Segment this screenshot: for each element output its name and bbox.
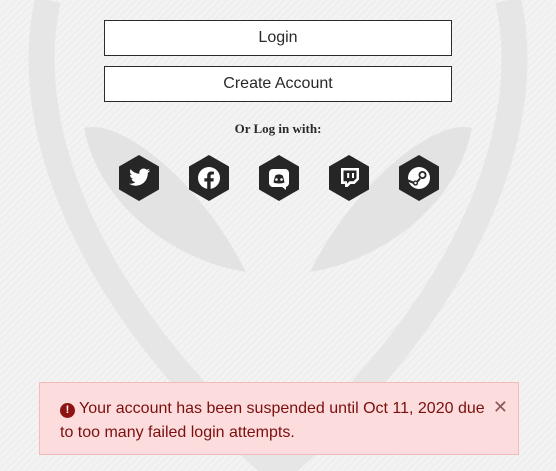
facebook-login-button[interactable]: [187, 154, 231, 202]
twitch-icon: [329, 155, 369, 201]
login-button-label: Login: [258, 29, 298, 46]
account-suspended-alert: ! Your account has been suspended until O…: [39, 382, 519, 455]
create-account-button-label: Create Account: [223, 75, 333, 92]
twitch-login-button[interactable]: [327, 154, 371, 202]
discord-login-button[interactable]: [257, 154, 301, 202]
discord-icon: [259, 155, 299, 201]
exclamation-circle-icon: !: [60, 403, 75, 418]
alert-message: Your account has been suspended until Oc…: [60, 400, 485, 441]
twitter-login-button[interactable]: [117, 154, 161, 202]
login-button[interactable]: Login: [104, 20, 452, 56]
create-account-button[interactable]: Create Account: [104, 66, 452, 102]
steam-login-button[interactable]: [397, 154, 441, 202]
social-login-heading: Or Log in with:: [234, 121, 322, 136]
steam-icon: [399, 155, 439, 201]
facebook-icon: [189, 155, 229, 201]
twitter-icon: [119, 155, 159, 201]
close-icon[interactable]: ✕: [493, 397, 508, 417]
